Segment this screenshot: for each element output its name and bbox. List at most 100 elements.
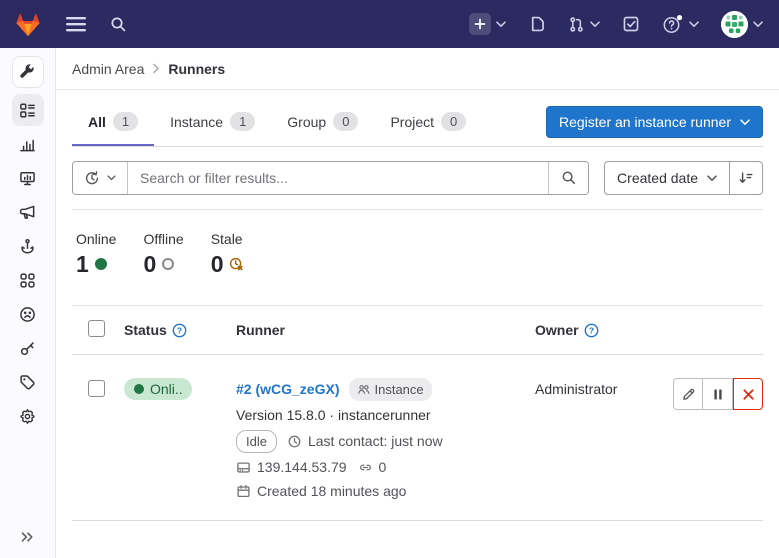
question-circle-icon [662,14,684,34]
edit-runner-button[interactable] [673,378,703,410]
chevron-down-icon [496,21,506,28]
overview-icon [19,102,36,119]
register-runner-button[interactable]: Register an instance runner [546,106,763,138]
sidebar-item-deploy-keys[interactable] [12,332,44,364]
sidebar-item-settings[interactable] [12,400,44,432]
row-checkbox[interactable] [88,380,105,397]
runner-actions [671,378,763,410]
avatar-identicon [721,11,748,38]
gitlab-logo[interactable] [14,11,42,38]
sort-direction-button[interactable] [729,161,763,195]
sidebar-item-monitoring[interactable] [12,162,44,194]
stat-stale-value: 0 [211,250,224,278]
magnifier-icon [561,170,577,186]
chevron-down-icon [107,175,116,181]
runner-ip-line: 139.144.53.79 0 [236,458,535,477]
frown-face-icon [19,306,36,323]
merge-requests-icon[interactable] [568,16,600,33]
runner-status-text: Onli... [150,381,182,397]
runner-status-stats: Online 1 Offline 0 Sta [72,210,763,278]
tab-group-label: Group [287,114,326,130]
bar-chart-icon [19,136,36,153]
search-history-dropdown[interactable] [73,162,128,194]
chevron-down-icon [740,119,750,126]
runners-table: Status ? Runner Owner ? [72,305,763,521]
sidebar-item-messages[interactable] [12,196,44,228]
magnifier-icon [110,16,127,33]
double-chevron-right-icon [20,530,35,544]
runner-owner: Administrator [535,378,671,501]
tab-all[interactable]: All 1 [72,98,154,146]
status-help-icon[interactable]: ? [172,323,187,338]
runner-projects-count: 0 [379,458,387,477]
sidebar-item-labels[interactable] [12,366,44,398]
help-icon[interactable] [662,14,699,34]
chevron-right-icon [152,63,160,74]
user-avatar[interactable] [721,11,763,38]
sidebar-item-admin-area[interactable] [12,56,44,88]
tabs-row: All 1 Instance 1 Group 0 Project [72,98,763,147]
header-owner: Owner [535,322,579,338]
tab-all-label: All [88,114,106,130]
breadcrumb: Admin Area Runners [56,48,779,90]
search-icon[interactable] [110,16,127,33]
todo-check-icon [622,15,640,33]
issues-icon[interactable] [528,15,546,33]
sidebar-item-analytics[interactable] [12,128,44,160]
runner-status-badge: Onli... [124,378,192,400]
runner-type-badge: Instance [349,378,431,401]
close-x-icon [742,388,755,401]
sidebar-item-system-hooks[interactable] [12,230,44,262]
svg-text:?: ? [177,325,182,335]
chevron-down-icon [707,175,717,182]
runner-link[interactable]: #2 (wCG_zeGX) [236,380,339,399]
tab-instance-count: 1 [230,112,255,131]
tab-project-count: 0 [441,112,466,131]
tab-project-label: Project [390,114,434,130]
sidebar-expand-toggle[interactable] [20,530,35,544]
merge-request-icon [568,16,585,33]
chevron-down-icon [753,21,763,28]
chevron-down-icon [689,21,699,28]
stat-offline-value: 0 [143,250,156,278]
stat-stale-label: Stale [211,231,245,247]
breadcrumb-admin-area[interactable]: Admin Area [72,61,144,77]
gitlab-admin-runners-page: Admin Area Runners All 1 Instance 1 [0,0,779,558]
stat-offline: Offline 0 [143,231,183,278]
hamburger-icon [66,17,86,32]
tab-group-count: 0 [333,112,358,131]
tab-project[interactable]: Project 0 [374,98,482,146]
hamburger-menu-icon[interactable] [66,17,86,32]
delete-runner-button[interactable] [733,378,763,410]
todos-icon[interactable] [622,15,640,33]
sidebar-item-overview[interactable] [12,94,44,126]
svg-text:?: ? [588,325,593,335]
search-submit-button[interactable] [548,162,588,194]
header-status: Status [124,322,167,338]
sidebar-item-abuse-reports[interactable] [12,298,44,330]
search-input[interactable] [128,162,548,194]
sort-by-dropdown[interactable]: Created date [604,161,729,195]
tab-all-count: 1 [113,112,138,131]
sidebar-item-applications[interactable] [12,264,44,296]
owner-help-icon[interactable]: ? [584,323,599,338]
filtered-search-bar [72,161,589,195]
new-menu-button[interactable] [469,13,506,35]
server-icon [236,460,251,475]
tab-group[interactable]: Group 0 [271,98,374,146]
labels-tag-icon [19,374,36,391]
pause-runner-button[interactable] [703,378,733,410]
stat-offline-label: Offline [143,231,183,247]
register-runner-label: Register an instance runner [559,114,731,130]
runner-type-label: Instance [374,380,423,399]
select-all-checkbox[interactable] [88,320,105,337]
link-icon [358,460,373,475]
runner-contact-line: Idle Last contact: just now [236,430,535,453]
sort-by-label: Created date [617,170,698,186]
admin-sidebar [0,48,56,558]
pause-icon [712,388,724,401]
notification-dot [677,15,682,20]
top-navbar [0,0,779,48]
filter-row: Created date [72,161,763,195]
tab-instance[interactable]: Instance 1 [154,98,271,146]
